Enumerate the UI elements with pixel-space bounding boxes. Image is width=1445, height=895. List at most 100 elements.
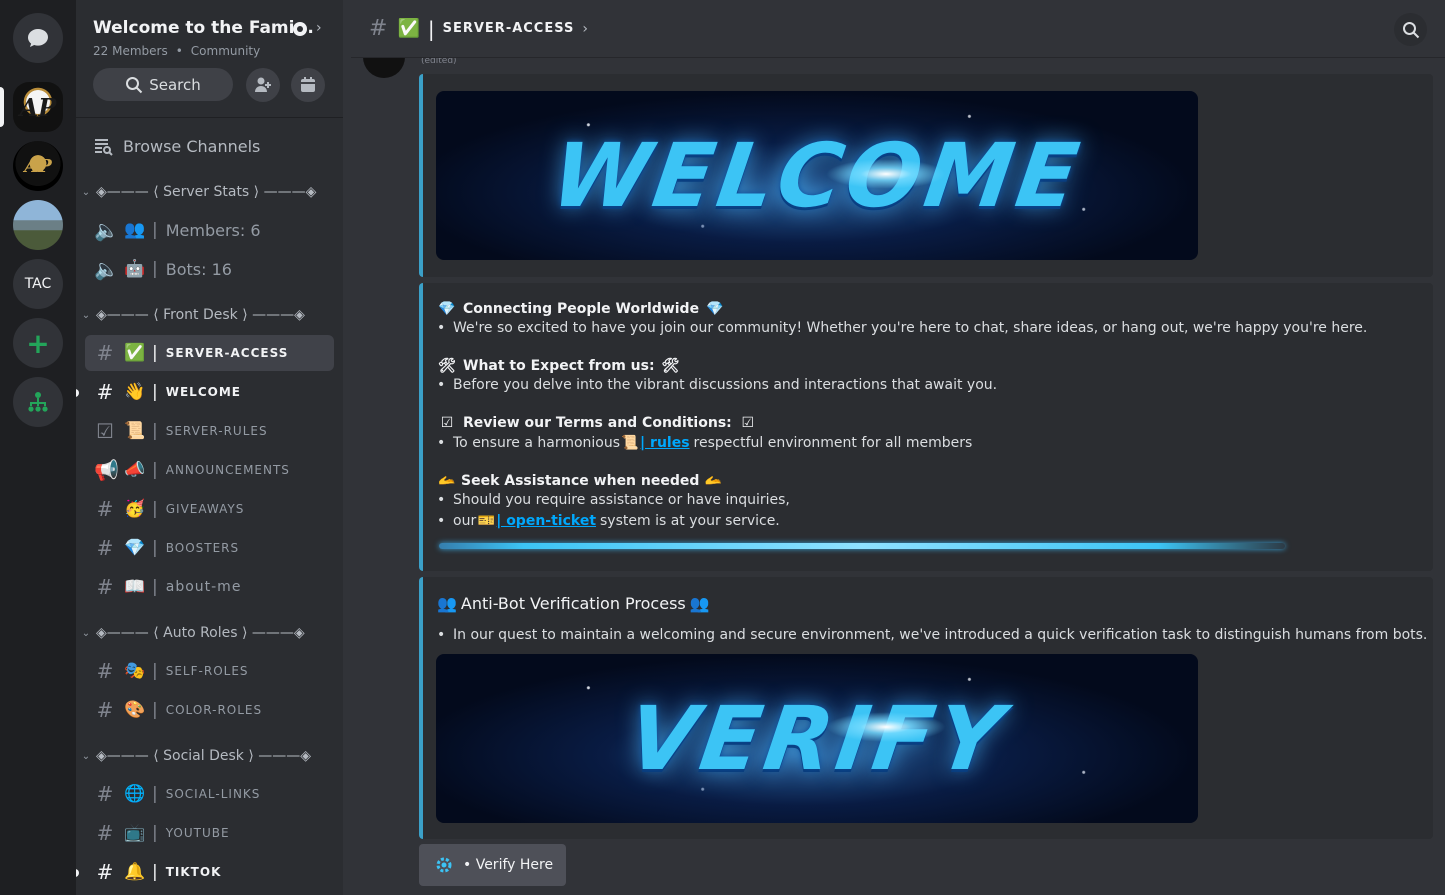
scroll-icon: 📜 bbox=[621, 435, 639, 451]
checkbox-icon: ☑ bbox=[741, 415, 755, 431]
verify-banner-image[interactable]: VERIFY bbox=[436, 654, 1198, 823]
scroll-icon: 📜 bbox=[124, 421, 146, 441]
globe-icon: 🌐 bbox=[124, 784, 146, 804]
hash-icon: # bbox=[96, 536, 114, 560]
server-name[interactable]: Welcome to the Fami... bbox=[93, 18, 314, 38]
channel-about-me[interactable]: # 📖 | about-me bbox=[85, 569, 334, 605]
events-button[interactable] bbox=[291, 68, 325, 102]
channel-giveaways[interactable]: # 🥳 | giveaways bbox=[85, 491, 334, 527]
section-text: • We're so excited to have you join our … bbox=[437, 320, 1368, 336]
channel-server-access[interactable]: # ✅ | server-access bbox=[85, 335, 334, 371]
megaphone-icon: 📢 bbox=[94, 458, 119, 482]
hash-icon: # bbox=[96, 659, 114, 683]
open-book-icon: 📖 bbox=[124, 577, 146, 597]
embed-verification: 👥 Anti-Bot Verification Process 👥 • In o… bbox=[419, 577, 1433, 839]
channel-sidebar: Welcome to the Fami... › 22 Members • Comm… bbox=[76, 0, 343, 895]
users-icon: 👥 bbox=[437, 594, 457, 613]
calendar-icon bbox=[301, 77, 315, 92]
ticket-icon: 🎫 bbox=[477, 513, 495, 529]
server-icon-building[interactable] bbox=[13, 200, 63, 250]
tools-icon: 🛠 bbox=[661, 358, 680, 374]
welcome-banner-image[interactable]: WELCOME bbox=[436, 91, 1198, 260]
unread-indicator bbox=[76, 389, 79, 397]
category-server-stats[interactable]: ⌄ ◈——— ⟨ Server Stats ⟩ ———◈ bbox=[80, 184, 317, 200]
search-messages-button[interactable] bbox=[1394, 13, 1427, 46]
television-icon: 📺 bbox=[124, 823, 146, 843]
section-text: • To ensure a harmonious 📜 | rules respe… bbox=[437, 435, 973, 451]
waving-hand-icon: 👋 bbox=[124, 382, 146, 402]
check-mark-icon: ✅ bbox=[124, 343, 146, 363]
gem-icon: 💎 bbox=[438, 301, 456, 317]
server-icon-welcome-family[interactable]: AP bbox=[13, 82, 63, 132]
search-button[interactable]: Search bbox=[93, 68, 233, 101]
community-gear-icon bbox=[293, 22, 307, 36]
channel-header: # ✅ | SERVER-ACCESS › bbox=[351, 0, 1445, 58]
hash-icon: # bbox=[96, 698, 114, 722]
channel-color-roles[interactable]: # 🎨 | color-roles bbox=[85, 692, 334, 728]
category-front-desk[interactable]: ⌄ ◈——— ⟨ Front Desk ⟩ ———◈ bbox=[80, 307, 305, 323]
channel-announcements[interactable]: 📢 📣 | announcements bbox=[85, 452, 334, 488]
browse-channels-icon bbox=[95, 139, 113, 156]
channel-members-count[interactable]: 🔈 👥 | Members: 6 bbox=[85, 212, 334, 248]
search-icon bbox=[1402, 21, 1419, 38]
server-icon-tac[interactable]: TAC bbox=[13, 259, 63, 309]
hash-icon: # bbox=[96, 341, 114, 365]
hash-icon: # bbox=[96, 497, 114, 521]
category-social-desk[interactable]: ⌄ ◈——— ⟨ Social Desk ⟩ ———◈ bbox=[80, 748, 311, 764]
hash-icon: # bbox=[96, 380, 114, 404]
add-member-icon bbox=[255, 77, 271, 92]
verify-here-button[interactable]: • Verify Here bbox=[419, 844, 566, 886]
selected-server-indicator bbox=[0, 87, 4, 127]
section-text: • In our quest to maintain a welcoming a… bbox=[437, 627, 1428, 643]
hash-icon: # bbox=[96, 575, 114, 599]
hash-icon: # bbox=[369, 16, 388, 41]
hierarchy-icon bbox=[28, 392, 48, 412]
add-server-button[interactable]: + bbox=[13, 318, 63, 368]
embed-welcome-banner: WELCOME bbox=[419, 74, 1433, 277]
server-header[interactable]: Welcome to the Fami... › 22 Members • Comm… bbox=[76, 0, 343, 118]
users-icon: 👥 bbox=[689, 594, 710, 613]
check-mark-icon: ✅ bbox=[397, 18, 420, 39]
voice-locked-icon: 🔈 bbox=[94, 257, 119, 281]
section-text: • our 🎫 | open-ticket system is at your … bbox=[437, 513, 780, 529]
discord-app: AP AP TAC + Welcome to the Fami... › 22 … bbox=[0, 0, 1445, 895]
channel-tiktok[interactable]: # 🔔 | tiktok bbox=[85, 854, 334, 890]
channel-boosters[interactable]: # 💎 | boosters bbox=[85, 530, 334, 566]
browse-channels-button[interactable]: Browse Channels bbox=[93, 136, 260, 156]
chevron-right-icon[interactable]: › bbox=[316, 20, 322, 36]
glowing-divider bbox=[439, 543, 1285, 549]
discover-servers-button[interactable] bbox=[13, 377, 63, 427]
channel-title[interactable]: SERVER-ACCESS bbox=[443, 21, 575, 36]
section-title-connecting: 💎 Connecting People Worldwide 💎 bbox=[438, 301, 724, 317]
gem-icon: 💎 bbox=[706, 301, 724, 317]
chevron-down-icon: ⌄ bbox=[81, 309, 91, 321]
unread-indicator bbox=[76, 869, 79, 877]
server-icon-ap-gold[interactable]: AP bbox=[13, 141, 63, 191]
channel-server-rules[interactable]: ☑ 📜 | server-rules bbox=[85, 413, 334, 449]
plus-icon: + bbox=[26, 326, 50, 360]
channel-social-links[interactable]: # 🌐 | social-links bbox=[85, 776, 334, 812]
chat-bubble-icon bbox=[28, 29, 48, 47]
bell-icon: 🔔 bbox=[124, 862, 146, 882]
open-ticket-channel-link[interactable]: | open-ticket bbox=[496, 513, 596, 529]
invite-people-button[interactable] bbox=[246, 68, 280, 102]
category-auto-roles[interactable]: ⌄ ◈——— ⟨ Auto Roles ⟩ ———◈ bbox=[80, 625, 305, 641]
search-icon bbox=[126, 76, 143, 93]
rules-channel-link[interactable]: | rules bbox=[640, 435, 690, 451]
channel-bots-count[interactable]: 🔈 🤖 | Bots: 16 bbox=[85, 251, 334, 287]
direct-messages-button[interactable] bbox=[13, 13, 63, 63]
channel-youtube[interactable]: # 📺 | youtube bbox=[85, 815, 334, 851]
helping-hand-icon: 🫴 bbox=[438, 473, 456, 489]
channel-welcome[interactable]: # 👋 | welcome bbox=[85, 374, 334, 410]
embed-info: 💎 Connecting People Worldwide 💎 • We're … bbox=[419, 283, 1433, 571]
voice-locked-icon: 🔈 bbox=[94, 218, 119, 242]
chevron-right-icon[interactable]: › bbox=[582, 21, 588, 37]
gear-icon bbox=[436, 857, 452, 873]
helping-hand-icon: 🫴 bbox=[704, 473, 723, 489]
section-text: • Before you delve into the vibrant disc… bbox=[437, 377, 998, 393]
channel-self-roles[interactable]: # 🎭 | self-roles bbox=[85, 653, 334, 689]
section-title-assistance: 🫴 Seek Assistance when needed 🫴 bbox=[438, 473, 723, 489]
ap-gold-logo-icon: AP bbox=[24, 155, 52, 177]
rules-checkbox-icon: ☑ bbox=[96, 419, 114, 443]
chat-area: # ✅ | SERVER-ACCESS › (edited) WELCOME 💎… bbox=[343, 0, 1445, 895]
